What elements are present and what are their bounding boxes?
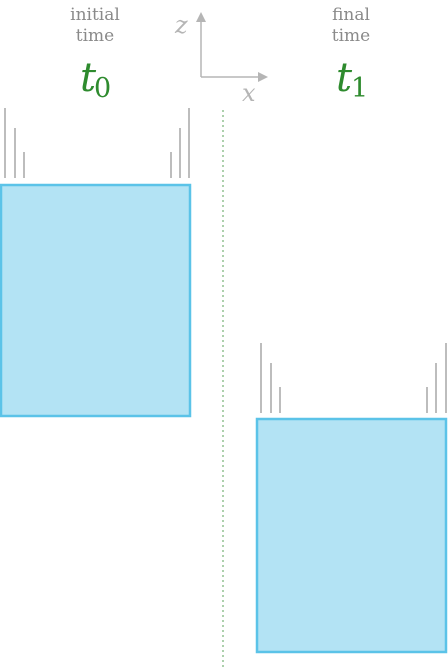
x-axis-label: x — [242, 79, 256, 107]
initial-time-subscript: 0 — [94, 73, 111, 104]
initial-block — [0, 183, 192, 418]
final-caption-line1: final — [332, 5, 370, 25]
final-caption-line2: time — [332, 26, 370, 46]
final-block — [255, 417, 448, 654]
final-time-label: t 1 — [336, 55, 368, 104]
z-axis-label: z — [174, 11, 188, 39]
diagram-canvas: initial time t 0 final time t 1 z x — [0, 5, 448, 669]
initial-time-label: t 0 — [80, 55, 111, 104]
final-tick-marks — [260, 343, 447, 413]
initial-tick-marks — [4, 108, 190, 178]
initial-caption-line2: time — [76, 26, 114, 46]
initial-caption-line1: initial — [70, 5, 120, 25]
final-time-subscript: 1 — [351, 73, 368, 104]
coordinate-axes: z x — [174, 11, 268, 107]
